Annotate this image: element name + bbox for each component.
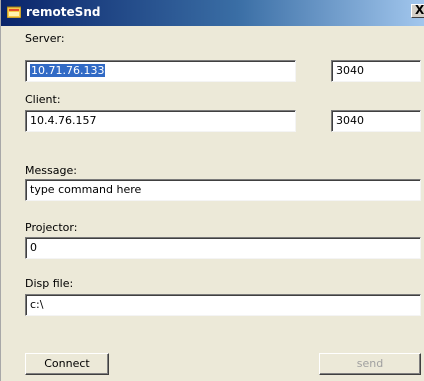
disp-file-label: Disp file: xyxy=(25,277,74,290)
connect-button[interactable]: Connect xyxy=(25,353,109,375)
client-port-value: 3040 xyxy=(336,114,364,127)
window-title: remoteSnd xyxy=(26,5,101,19)
app-window: remoteSnd X Server: 10.71.76.133 3040 Cl… xyxy=(0,0,424,381)
close-icon: X xyxy=(415,3,424,17)
client-label: Client: xyxy=(25,93,61,106)
disp-file-input[interactable]: c:\ xyxy=(25,294,421,316)
close-button[interactable]: X xyxy=(411,3,424,18)
projector-value: 0 xyxy=(30,241,37,254)
message-value: type command here xyxy=(30,183,142,196)
projector-input[interactable]: 0 xyxy=(25,237,421,259)
server-port-input[interactable]: 3040 xyxy=(331,60,421,82)
client-address-value: 10.4.76.157 xyxy=(30,114,97,127)
server-address-value: 10.71.76.133 xyxy=(30,64,106,77)
server-port-value: 3040 xyxy=(336,64,364,77)
disp-file-value: c:\ xyxy=(30,298,44,311)
title-bar[interactable]: remoteSnd X xyxy=(1,0,424,26)
client-address-input[interactable]: 10.4.76.157 xyxy=(25,110,296,132)
app-window-icon xyxy=(7,6,21,18)
projector-label: Projector: xyxy=(25,221,78,234)
send-button[interactable]: send xyxy=(319,353,421,375)
client-port-input[interactable]: 3040 xyxy=(331,110,421,132)
message-label: Message: xyxy=(25,164,77,177)
server-address-input[interactable]: 10.71.76.133 xyxy=(25,60,296,82)
server-label: Server: xyxy=(25,32,65,45)
message-input[interactable]: type command here xyxy=(25,179,421,201)
